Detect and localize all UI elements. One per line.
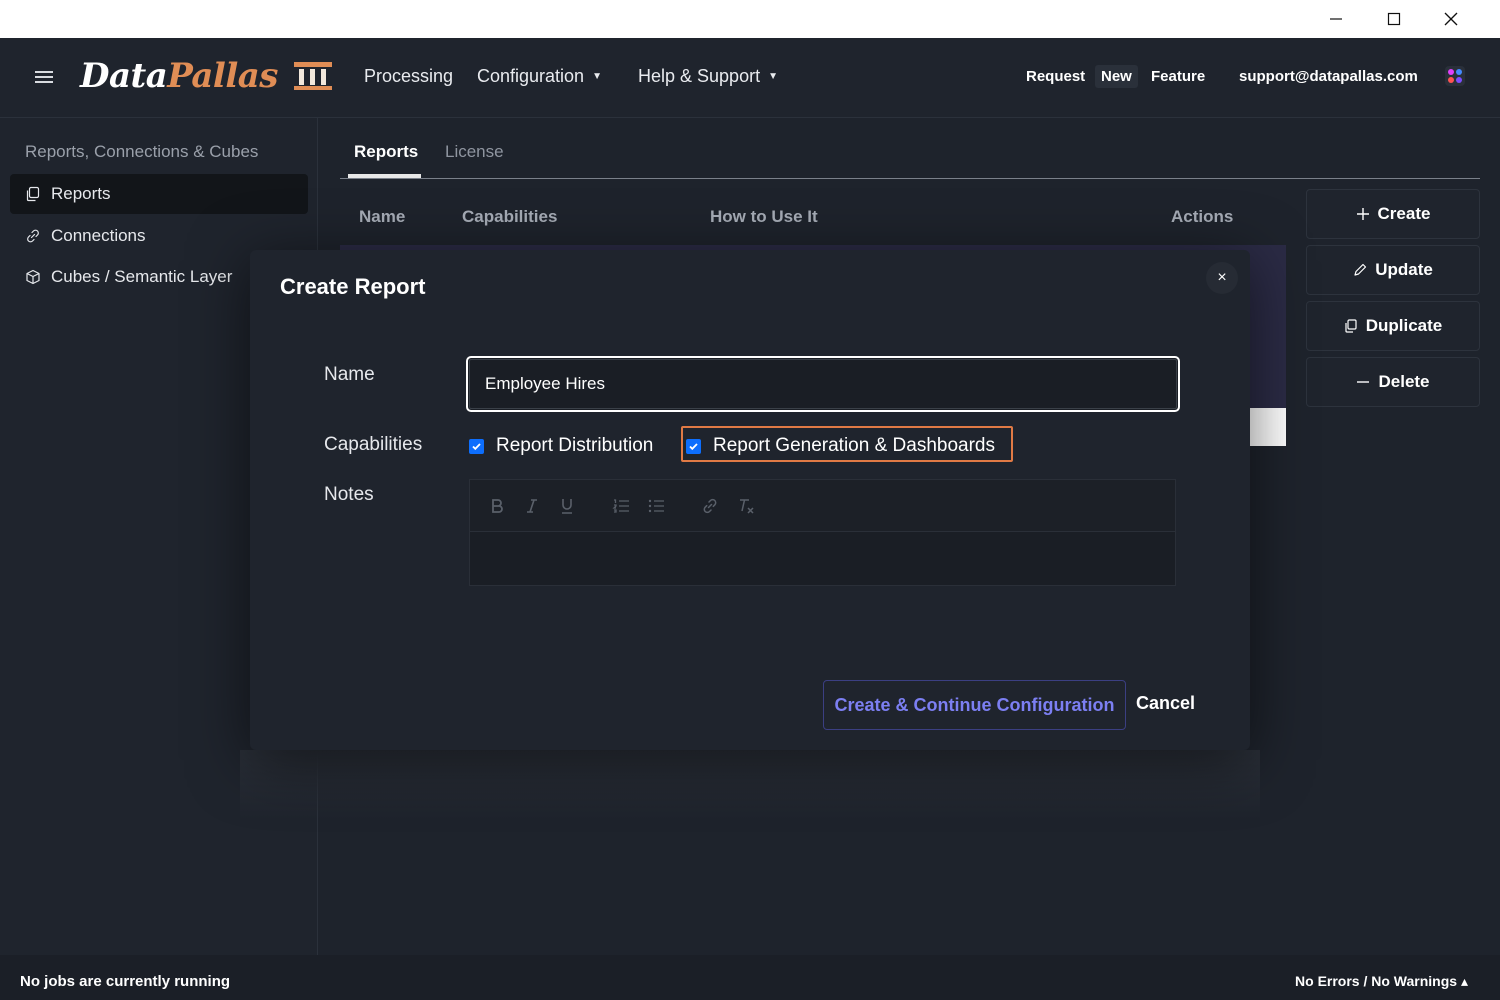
notes-editor[interactable]: [469, 479, 1176, 586]
main-tabs: Reports License: [340, 118, 1480, 179]
errors-warnings-status[interactable]: No Errors / No Warnings ▴: [1295, 973, 1468, 990]
column-header-how-to-use[interactable]: How to Use It: [710, 207, 818, 227]
pencil-icon: [1354, 263, 1367, 276]
copy-icon: [26, 186, 40, 202]
app-header: DataPallas Processing Configuration ▼ He…: [0, 38, 1500, 118]
request-feature-link-request[interactable]: Request: [1026, 68, 1085, 85]
request-feature-link-new[interactable]: New: [1095, 65, 1138, 88]
tab-license[interactable]: License: [445, 142, 504, 162]
create-continue-button[interactable]: Create & Continue Configuration: [823, 680, 1126, 730]
clear-format-icon[interactable]: [734, 494, 758, 518]
maximize-icon[interactable]: [1366, 0, 1422, 38]
column-header-actions: Actions: [1171, 207, 1234, 226]
link-icon: [27, 229, 39, 243]
capability-report-generation[interactable]: Report Generation & Dashboards: [686, 435, 995, 457]
sidebar-title: Reports, Connections & Cubes: [25, 142, 259, 161]
active-tab-indicator: [348, 174, 421, 178]
support-email-link[interactable]: support@datapallas.com: [1239, 68, 1418, 85]
create-button-label: Create: [1377, 204, 1431, 223]
delete-button[interactable]: Delete: [1306, 357, 1480, 407]
capability-label: Report Generation & Dashboards: [713, 435, 995, 456]
nav-configuration-label: Configuration: [477, 66, 585, 86]
cancel-button[interactable]: Cancel: [1136, 693, 1195, 714]
jobs-status: No jobs are currently running: [20, 973, 231, 990]
logo-text-data: Data: [80, 56, 168, 96]
tab-reports[interactable]: Reports: [354, 142, 418, 162]
caret-down-icon: ▼: [592, 71, 602, 82]
bold-icon[interactable]: [485, 494, 509, 518]
ordered-list-icon[interactable]: [609, 494, 633, 518]
logo[interactable]: DataPallas: [80, 56, 278, 96]
update-button-label: Update: [1375, 260, 1433, 279]
sidebar-item-reports[interactable]: Reports: [10, 174, 308, 214]
close-icon[interactable]: [1423, 0, 1479, 38]
report-name-input[interactable]: [466, 356, 1180, 412]
status-bar: No jobs are currently running No Errors …: [0, 955, 1500, 1000]
cube-icon: [26, 269, 40, 285]
link-icon[interactable]: [698, 494, 722, 518]
capability-report-distribution[interactable]: Report Distribution: [469, 435, 653, 457]
nav-processing-label: Processing: [364, 66, 454, 86]
minus-icon: [1357, 381, 1370, 383]
bullet-list-icon[interactable]: [644, 494, 668, 518]
checkbox-checked-icon[interactable]: [469, 438, 484, 454]
caret-down-icon: ▼: [768, 71, 778, 82]
italic-icon[interactable]: [520, 494, 544, 518]
request-feature-link-feature[interactable]: Feature: [1151, 68, 1205, 85]
nav-help-support[interactable]: Help & Support ▼: [638, 66, 778, 87]
create-button[interactable]: Create: [1306, 189, 1480, 239]
delete-button-label: Delete: [1378, 372, 1430, 391]
table-row-highlight: [1248, 408, 1286, 446]
duplicate-button[interactable]: Duplicate: [1306, 301, 1480, 351]
update-button[interactable]: Update: [1306, 245, 1480, 295]
dialog-close-button[interactable]: ×: [1206, 262, 1238, 294]
modal-shadow: [240, 750, 1260, 820]
capability-label: Report Distribution: [496, 435, 654, 456]
column-header-name[interactable]: Name: [359, 207, 405, 227]
create-report-dialog: Create Report × Name Capabilities Report…: [250, 250, 1250, 750]
nav-configuration[interactable]: Configuration ▼: [477, 66, 602, 87]
apps-icon[interactable]: [1445, 66, 1465, 86]
duplicate-button-label: Duplicate: [1365, 316, 1443, 335]
nav-processing[interactable]: Processing: [364, 66, 453, 87]
copy-icon: [1345, 319, 1357, 333]
nav-help-label: Help & Support: [638, 66, 761, 86]
minimize-icon[interactable]: [1308, 0, 1364, 38]
sidebar-item-label: Reports: [51, 184, 111, 203]
notes-label: Notes: [324, 484, 374, 505]
name-label: Name: [324, 364, 375, 385]
checkbox-checked-icon[interactable]: [686, 438, 701, 454]
pillars-logo-icon: [294, 62, 332, 90]
hamburger-menu-icon[interactable]: [35, 68, 53, 86]
window-titlebar: [0, 0, 1500, 38]
logo-text-pallas: Pallas: [167, 56, 278, 96]
underline-icon[interactable]: [555, 494, 579, 518]
plus-icon: [1356, 208, 1369, 220]
sidebar-item-label: Connections: [51, 226, 146, 245]
column-header-capabilities[interactable]: Capabilities: [462, 207, 557, 227]
editor-toolbar: [470, 480, 1175, 532]
sidebar-item-label: Cubes / Semantic Layer: [51, 267, 233, 286]
capabilities-label: Capabilities: [324, 434, 423, 455]
dialog-title: Create Report: [280, 274, 426, 299]
